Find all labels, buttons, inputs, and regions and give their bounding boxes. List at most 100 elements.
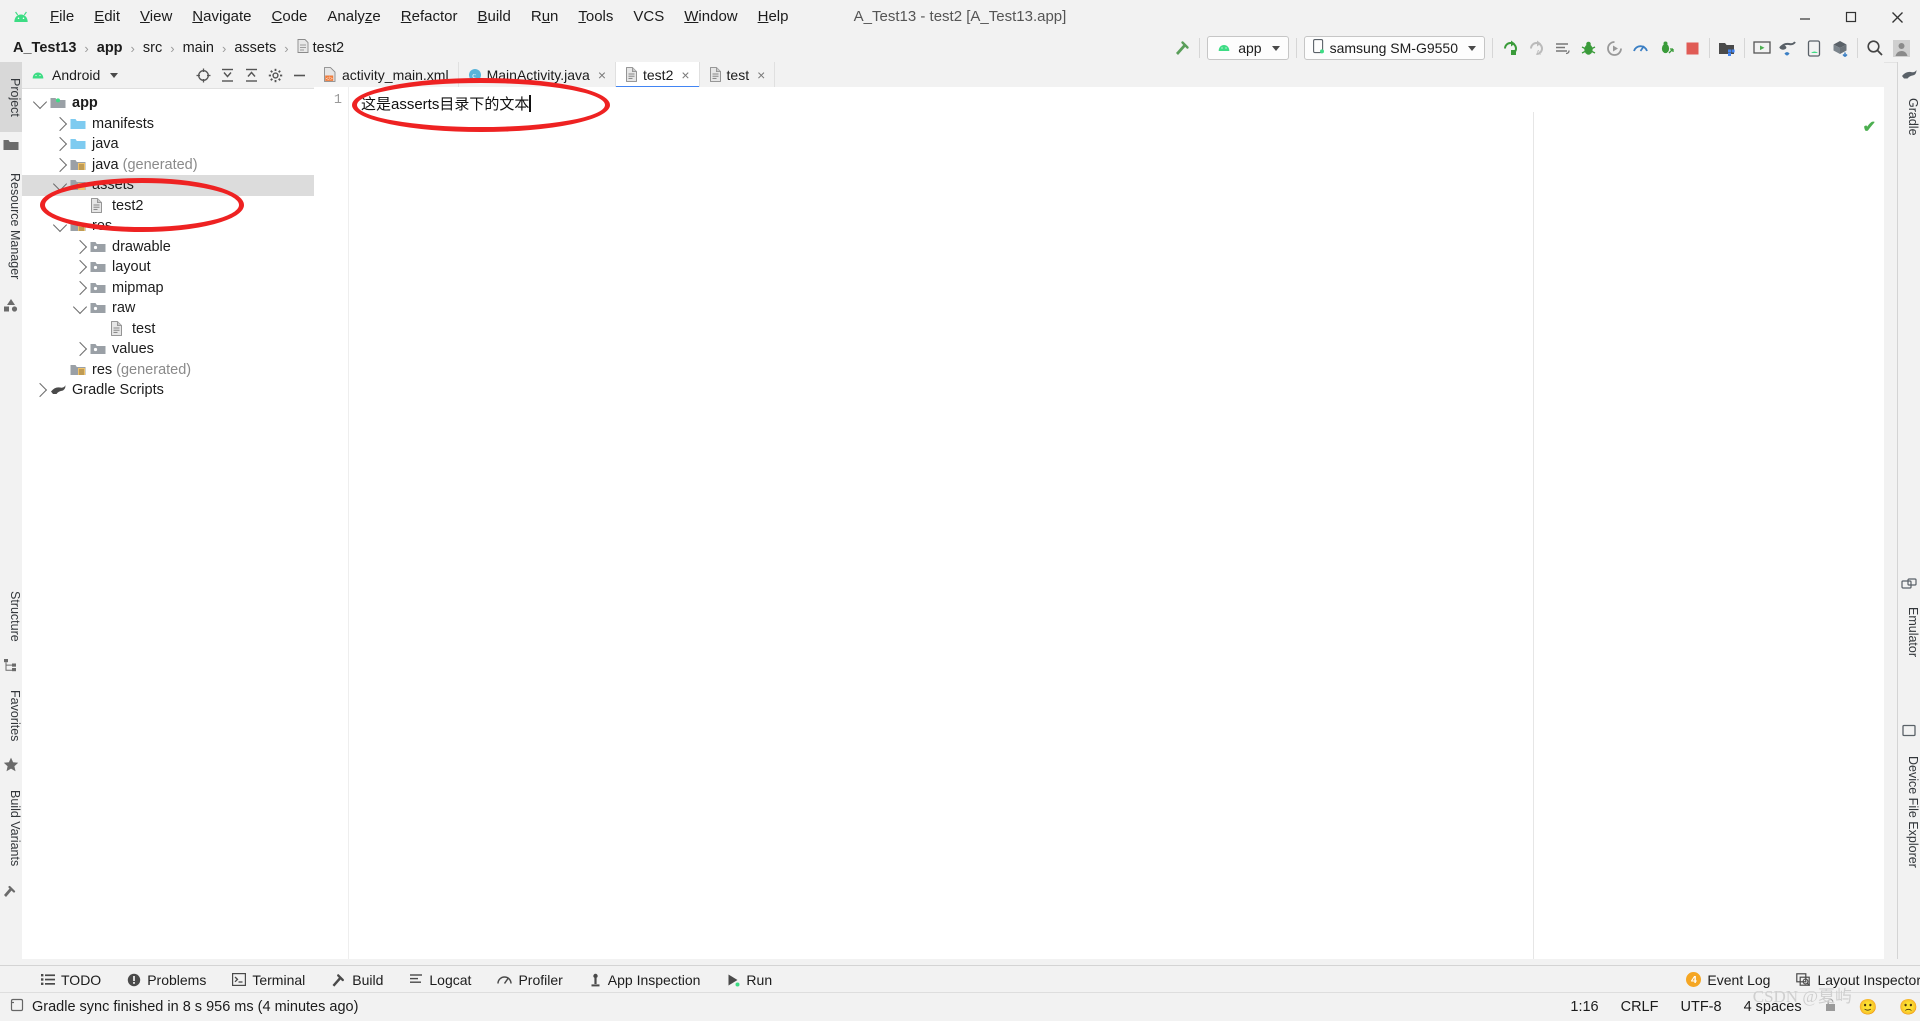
chevron-right-icon[interactable] bbox=[50, 157, 70, 172]
feedback-sad-icon[interactable]: 🙁 bbox=[1899, 1000, 1918, 1015]
status-message[interactable]: Gradle sync finished in 8 s 956 ms (4 mi… bbox=[10, 998, 358, 1016]
feedback-happy-icon[interactable]: 🙂 bbox=[1859, 1000, 1878, 1015]
menu-item-vcs[interactable]: VCS bbox=[623, 5, 674, 29]
editor-tab[interactable]: c MainActivity.java × bbox=[459, 62, 616, 87]
chevron-right-icon[interactable] bbox=[30, 383, 50, 398]
maximize-button[interactable] bbox=[1828, 0, 1874, 34]
tree-node[interactable]: mipmap bbox=[22, 278, 314, 299]
indent-setting[interactable]: 4 spaces bbox=[1744, 999, 1802, 1015]
code-body[interactable]: 这是asserts目录下的文本 ✔ bbox=[349, 87, 1884, 959]
run-configuration-selector[interactable]: app bbox=[1207, 36, 1289, 60]
breadcrumb-item-src[interactable]: src bbox=[140, 39, 165, 57]
tool-window-button[interactable]: Profiler bbox=[484, 972, 575, 988]
menu-item-navigate[interactable]: Navigate bbox=[182, 5, 261, 29]
tool-window-button[interactable]: Logcat bbox=[396, 972, 484, 988]
coverage-icon[interactable] bbox=[1601, 36, 1627, 60]
tool-window-button[interactable]: Layout Inspector bbox=[1783, 972, 1920, 988]
tree-node[interactable]: res (generated) bbox=[22, 360, 314, 381]
menu-item-file[interactable]: File bbox=[40, 5, 84, 29]
breadcrumb-item-main[interactable]: main bbox=[180, 39, 217, 57]
sidebar-item-project[interactable]: Project bbox=[0, 62, 22, 132]
sidebar-item-emulator[interactable]: Emulator bbox=[1898, 596, 1920, 668]
target-icon[interactable] bbox=[192, 64, 214, 86]
sidebar-item-structure[interactable]: Structure bbox=[0, 580, 22, 652]
chevron-right-icon[interactable] bbox=[70, 342, 90, 357]
code-line-1[interactable]: 这是asserts目录下的文本 bbox=[349, 87, 1884, 114]
minimize-button[interactable] bbox=[1782, 0, 1828, 34]
inspection-status-icon[interactable]: ✔ bbox=[1863, 117, 1876, 137]
stop-icon[interactable] bbox=[1679, 36, 1705, 60]
chevron-right-icon[interactable] bbox=[70, 239, 90, 254]
tree-node[interactable]: raw bbox=[22, 298, 314, 319]
editor-tab[interactable]: </> activity_main.xml bbox=[314, 62, 459, 87]
tree-node[interactable]: values bbox=[22, 339, 314, 360]
chevron-down-icon[interactable] bbox=[70, 299, 90, 314]
menu-item-refactor[interactable]: Refactor bbox=[391, 5, 468, 29]
device-selector[interactable]: samsung SM-G9550 bbox=[1303, 36, 1485, 60]
breadcrumb-item-assets[interactable]: assets bbox=[231, 39, 279, 57]
tool-window-button[interactable]: 4 Event Log bbox=[1673, 972, 1783, 988]
collapse-all-icon[interactable] bbox=[240, 64, 262, 86]
chevron-down-icon[interactable] bbox=[30, 94, 50, 109]
code-editor[interactable]: 1 这是asserts目录下的文本 ✔ bbox=[314, 87, 1884, 959]
sync-gradle-icon[interactable] bbox=[1775, 36, 1801, 60]
avd-manager-icon[interactable] bbox=[1749, 36, 1775, 60]
sidebar-item-device-file-explorer[interactable]: Device File Explorer bbox=[1898, 742, 1920, 882]
close-icon[interactable]: × bbox=[681, 67, 689, 83]
apply-changes-icon[interactable] bbox=[1549, 36, 1575, 60]
file-encoding[interactable]: UTF-8 bbox=[1680, 999, 1721, 1015]
avatar-icon[interactable] bbox=[1888, 36, 1914, 60]
tree-node[interactable]: assets bbox=[22, 175, 314, 196]
profiler-icon[interactable] bbox=[1627, 36, 1653, 60]
chevron-down-icon[interactable] bbox=[50, 176, 70, 191]
chevron-right-icon[interactable] bbox=[50, 116, 70, 131]
breadcrumb-item-project[interactable]: A_Test13 bbox=[10, 39, 79, 57]
tool-window-button[interactable]: App Inspection bbox=[576, 972, 714, 988]
menu-item-tools[interactable]: Tools bbox=[568, 5, 623, 29]
run-icon[interactable] bbox=[1497, 36, 1523, 60]
tree-node[interactable]: manifests bbox=[22, 114, 314, 135]
unlocked-icon[interactable] bbox=[1824, 998, 1837, 1016]
expand-all-icon[interactable] bbox=[216, 64, 238, 86]
menu-item-build[interactable]: Build bbox=[467, 5, 520, 29]
editor-tab[interactable]: test × bbox=[700, 62, 776, 87]
chevron-down-icon[interactable] bbox=[50, 217, 70, 232]
bug-icon[interactable] bbox=[1575, 36, 1601, 60]
sidebar-item-favorites[interactable]: Favorites bbox=[0, 680, 22, 752]
breadcrumb-item-test2[interactable]: test2 bbox=[294, 38, 347, 58]
menu-item-code[interactable]: Code bbox=[262, 5, 318, 29]
tree-node[interactable]: layout bbox=[22, 257, 314, 278]
menu-item-edit[interactable]: Edit bbox=[84, 5, 130, 29]
project-view-selector[interactable]: Android bbox=[30, 67, 119, 83]
editor-tab[interactable]: test2 × bbox=[616, 62, 700, 88]
menu-item-help[interactable]: Help bbox=[748, 5, 799, 29]
gear-icon[interactable] bbox=[264, 64, 286, 86]
menu-item-view[interactable]: View bbox=[130, 5, 182, 29]
sidebar-item-build-variants[interactable]: Build Variants bbox=[0, 778, 22, 878]
minus-icon[interactable] bbox=[288, 64, 310, 86]
hammer-icon[interactable] bbox=[1169, 36, 1195, 60]
caret-position[interactable]: 1:16 bbox=[1570, 999, 1598, 1015]
close-icon[interactable]: × bbox=[757, 67, 765, 83]
tool-window-button[interactable]: TODO bbox=[28, 972, 114, 988]
menu-item-run[interactable]: Run bbox=[521, 5, 569, 29]
tree-node[interactable]: drawable bbox=[22, 237, 314, 258]
close-button[interactable] bbox=[1874, 0, 1920, 34]
tree-node[interactable]: Gradle Scripts bbox=[22, 380, 314, 401]
tree-node[interactable]: test2 bbox=[22, 196, 314, 217]
sidebar-item-gradle[interactable]: Gradle bbox=[1898, 88, 1920, 146]
tool-window-button[interactable]: Run bbox=[713, 972, 785, 988]
close-icon[interactable]: × bbox=[598, 67, 606, 83]
chevron-right-icon[interactable] bbox=[50, 137, 70, 152]
menu-item-analyze[interactable]: Analyze bbox=[317, 5, 390, 29]
sdk-manager-icon[interactable] bbox=[1714, 36, 1740, 60]
attach-debugger-icon[interactable] bbox=[1653, 36, 1679, 60]
apply-code-changes-icon[interactable]: A bbox=[1523, 36, 1549, 60]
tool-window-button[interactable]: Build bbox=[318, 972, 396, 988]
device-manager-icon[interactable] bbox=[1801, 36, 1827, 60]
chevron-right-icon[interactable] bbox=[70, 280, 90, 295]
tree-node[interactable]: java (generated) bbox=[22, 155, 314, 176]
sidebar-item-resource-manager[interactable]: Resource Manager bbox=[0, 162, 22, 290]
tree-node[interactable]: res bbox=[22, 216, 314, 237]
line-separator[interactable]: CRLF bbox=[1621, 999, 1659, 1015]
